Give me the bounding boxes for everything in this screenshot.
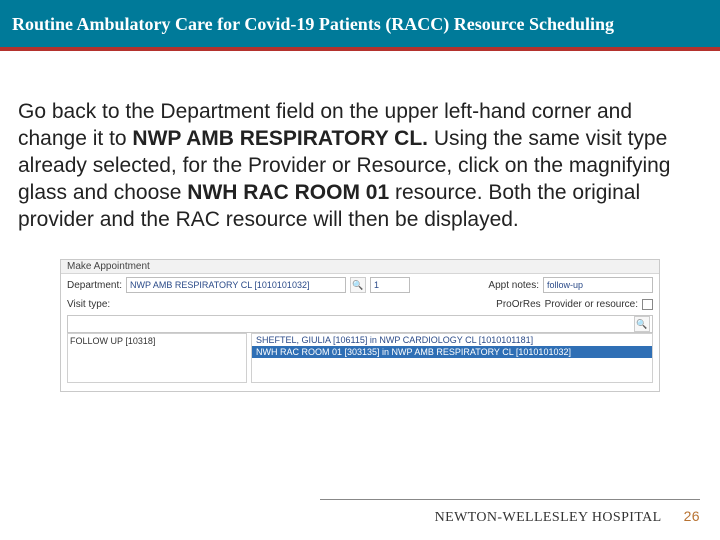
window-title: Make Appointment (61, 260, 659, 274)
org-name: NEWTON-WELLESLEY HOSPITAL (435, 510, 662, 526)
list-item[interactable]: SHEFTEL, GIULIA [106115] in NWP CARDIOLO… (252, 334, 652, 346)
resource-name-bold: NWH RAC ROOM 01 (187, 181, 395, 204)
appt-notes-field[interactable]: follow-up (543, 277, 653, 293)
dept-name-bold: NWP AMB RESPIRATORY CL. (132, 127, 433, 150)
visit-type-label: Visit type: (67, 299, 110, 310)
provider-header-label: ProOrRes (496, 299, 540, 310)
list-item[interactable]: FOLLOW UP [10318] (70, 336, 244, 346)
visit-type-list[interactable]: FOLLOW UP [10318] (67, 333, 247, 383)
units-field[interactable]: 1 (370, 277, 410, 293)
department-field[interactable]: NWP AMB RESPIRATORY CL [1010101032] (126, 277, 346, 293)
visit-row: Visit type: ProOrRes Provider or resourc… (61, 296, 659, 313)
footer: NEWTON-WELLESLEY HOSPITAL 26 (435, 508, 700, 526)
provider-label: Provider or resource: (545, 299, 638, 310)
list-item-selected[interactable]: NWH RAC ROOM 01 [303135] in NWP AMB RESP… (252, 346, 652, 358)
slide-title: Routine Ambulatory Care for Covid-19 Pat… (0, 0, 720, 51)
provider-search-bar[interactable]: 🔍 (67, 315, 653, 333)
department-label: Department: (67, 280, 122, 291)
app-screenshot: Make Appointment Department: NWP AMB RES… (60, 259, 660, 392)
page-number: 26 (684, 508, 700, 524)
search-icon[interactable]: 🔍 (350, 277, 366, 293)
footer-rule (320, 499, 700, 500)
dept-row: Department: NWP AMB RESPIRATORY CL [1010… (61, 274, 659, 296)
search-icon[interactable]: 🔍 (634, 316, 650, 332)
appt-notes-label: Appt notes: (488, 280, 539, 291)
results-area: FOLLOW UP [10318] SHEFTEL, GIULIA [10611… (61, 333, 659, 391)
instruction-paragraph: Go back to the Department field on the u… (0, 51, 720, 251)
provider-results-list[interactable]: SHEFTEL, GIULIA [106115] in NWP CARDIOLO… (251, 333, 653, 383)
provider-checkbox[interactable] (642, 299, 653, 310)
